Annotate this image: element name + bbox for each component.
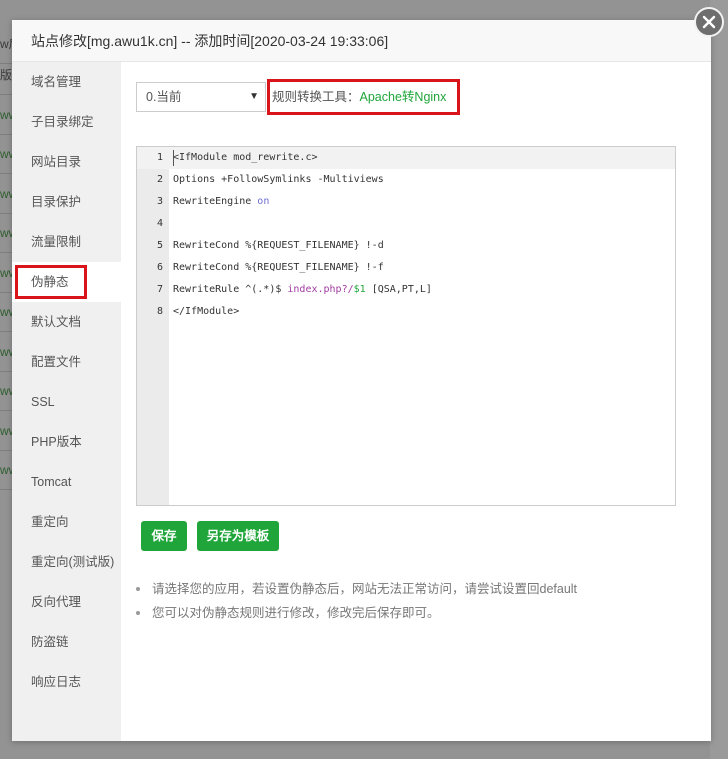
sidebar-item[interactable]: 流量限制 <box>12 222 121 262</box>
code-text: Options +FollowSymlinks -Multiviews <box>169 174 384 185</box>
code-line: 7 RewriteRule ^(.*)$ index.php?/$1 [QSA,P… <box>137 279 675 301</box>
rewrite-panel: 0.当前 ▼ 规则转换工具：Apache转Nginx 1 <IfModule mo… <box>121 62 711 741</box>
select-value: 0.当前 <box>146 90 182 104</box>
code-token: on <box>257 196 270 207</box>
sidebar-item-label: PHP版本 <box>31 435 82 449</box>
site-edit-modal: 站点修改[mg.awu1k.cn] -- 添加时间[2020-03-24 19:… <box>12 20 711 741</box>
save-button[interactable]: 保存 <box>141 521 187 551</box>
modal-header: 站点修改[mg.awu1k.cn] -- 添加时间[2020-03-24 19:… <box>12 20 711 62</box>
sidebar-item-label: 响应日志 <box>31 675 82 689</box>
code-token: RewriteCond %{REQUEST_FILENAME} !-f <box>173 262 384 273</box>
sidebar-item-label: 流量限制 <box>31 235 82 249</box>
code-token: RewriteCond %{REQUEST_FILENAME} !-d <box>173 240 384 251</box>
code-text: RewriteCond %{REQUEST_FILENAME} !-f <box>169 262 384 273</box>
save-as-template-button[interactable]: 另存为模板 <box>197 521 279 551</box>
code-line: 8 </IfModule> <box>137 301 675 323</box>
sidebar-item[interactable]: 响应日志 <box>12 662 121 702</box>
sidebar-item-label: 域名管理 <box>31 75 82 89</box>
sidebar-item-label: Tomcat <box>31 475 72 489</box>
close-icon <box>702 15 716 29</box>
code-token: RewriteEngine <box>173 196 258 207</box>
sidebar-item[interactable]: 重定向 <box>12 502 121 542</box>
sidebar-item-label: 重定向 <box>31 515 69 529</box>
rule-converter-label: 规则转换工具： <box>272 90 360 104</box>
code-text: RewriteEngine on <box>169 196 269 207</box>
sidebar-item-label: 配置文件 <box>31 355 82 369</box>
sidebar-item[interactable]: 重定向(测试版) <box>12 542 121 582</box>
sidebar-item-label: 防盗链 <box>31 635 69 649</box>
sidebar-item-label: SSL <box>31 395 55 409</box>
code-line: 6 RewriteCond %{REQUEST_FILENAME} !-f <box>137 257 675 279</box>
code-token: [QSA,PT,L] <box>365 284 432 295</box>
active-item-highlight <box>15 265 87 299</box>
code-line: 2 Options +FollowSymlinks -Multiviews <box>137 169 675 191</box>
code-token: </IfModule> <box>173 306 240 317</box>
code-token: RewriteRule ^(.*)$ <box>173 284 288 295</box>
sidebar-item[interactable]: 域名管理 <box>12 62 121 102</box>
code-text: <IfModule mod_rewrite.c> <box>169 152 318 163</box>
tip-item: 请选择您的应用，若设置伪静态后，网站无法正常访问，请尝试设置回default <box>136 577 696 601</box>
line-number: 8 <box>156 306 163 317</box>
sidebar-item[interactable]: 目录保护 <box>12 182 121 222</box>
sidebar-item-label: 重定向(测试版) <box>31 555 115 569</box>
line-number: 2 <box>156 174 163 185</box>
code-line: 4 <box>137 213 675 235</box>
code-line: 3 RewriteEngine on <box>137 191 675 213</box>
apache-to-nginx-link[interactable]: Apache转Nginx <box>360 90 447 104</box>
sidebar-item-label: 反向代理 <box>31 595 82 609</box>
code-token: $1 <box>353 284 366 295</box>
dropdown-arrow-icon: ▼ <box>249 91 259 102</box>
line-number: 7 <box>156 284 163 295</box>
sidebar-item-label: 目录保护 <box>31 195 82 209</box>
rule-converter-highlight: 规则转换工具：Apache转Nginx <box>267 79 460 115</box>
line-number: 6 <box>156 262 163 273</box>
rewrite-code-editor[interactable]: 1 <IfModule mod_rewrite.c> 2 Options +Follo… <box>136 146 676 506</box>
sidebar-item[interactable]: 防盗链 <box>12 622 121 662</box>
sidebar-item[interactable]: 反向代理 <box>12 582 121 622</box>
sidebar-item-label: 子目录绑定 <box>31 115 94 129</box>
code-line: 5 RewriteCond %{REQUEST_FILENAME} !-d <box>137 235 675 257</box>
sidebar-item-label: 默认文档 <box>31 315 82 329</box>
sidebar-item[interactable]: 配置文件 <box>12 342 121 382</box>
code-token: Options +FollowSymlinks -Multiviews <box>173 174 384 185</box>
line-number: 5 <box>156 240 163 251</box>
code-text: RewriteCond %{REQUEST_FILENAME} !-d <box>169 240 384 251</box>
modal-title: 站点修改[mg.awu1k.cn] -- 添加时间[2020-03-24 19:… <box>31 33 389 49</box>
sidebar-item[interactable]: Tomcat <box>12 462 121 502</box>
background-right-strip <box>710 0 728 759</box>
sidebar-item[interactable]: 网站目录 <box>12 142 121 182</box>
sidebar-item[interactable]: 默认文档 <box>12 302 121 342</box>
close-button[interactable] <box>694 7 724 37</box>
code-text: </IfModule> <box>169 306 239 317</box>
code-text: RewriteRule ^(.*)$ index.php?/$1 [QSA,PT… <box>169 284 432 295</box>
tips-list: 请选择您的应用，若设置伪静态后，网站无法正常访问，请尝试设置回default 您… <box>136 577 696 625</box>
line-number: 1 <box>156 152 163 163</box>
line-number: 3 <box>156 196 163 207</box>
tip-item: 您可以对伪静态规则进行修改，修改完后保存即可。 <box>136 601 696 625</box>
code-token: index.php?/ <box>287 284 354 295</box>
sidebar-item-label: 网站目录 <box>31 155 82 169</box>
sidebar-item[interactable]: 子目录绑定 <box>12 102 121 142</box>
rewrite-version-select[interactable]: 0.当前 ▼ <box>136 82 266 112</box>
code-token: <IfModule mod_rewrite.c> <box>173 152 318 163</box>
code-line: 1 <IfModule mod_rewrite.c> <box>137 147 675 169</box>
sidebar-item[interactable]: 伪静态 <box>12 262 121 302</box>
text-cursor <box>173 150 174 166</box>
sidebar-item[interactable]: SSL <box>12 382 121 422</box>
sidebar-item[interactable]: PHP版本 <box>12 422 121 462</box>
line-number: 4 <box>156 218 163 229</box>
sidebar: 域名管理子目录绑定网站目录目录保护流量限制伪静态默认文档配置文件 SSL PHP版本… <box>12 62 121 741</box>
